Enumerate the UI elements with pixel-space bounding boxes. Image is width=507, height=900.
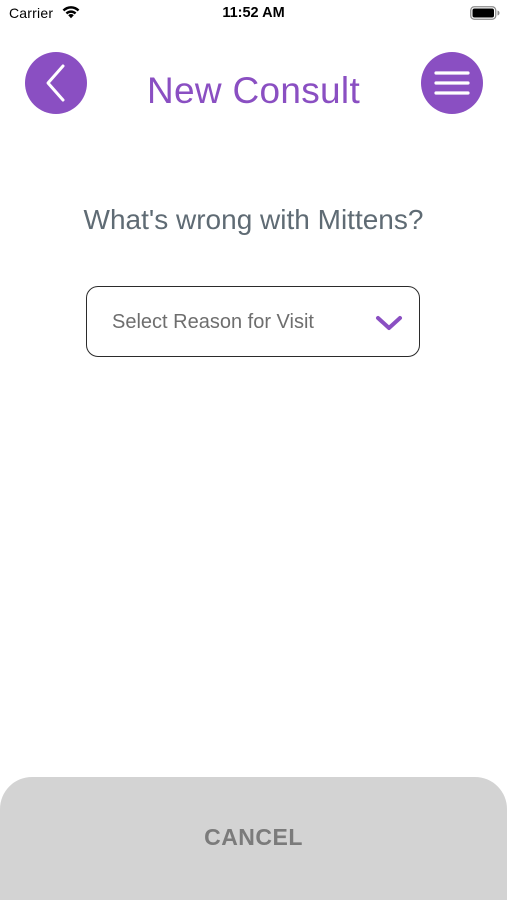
menu-button[interactable] <box>421 52 483 114</box>
status-time: 11:52 AM <box>222 5 285 21</box>
hamburger-menu-icon <box>434 71 470 95</box>
status-bar: Carrier 11:52 AM <box>0 0 507 28</box>
reason-for-visit-select[interactable]: Select Reason for Visit <box>86 286 420 357</box>
reason-select-placeholder: Select Reason for Visit <box>112 311 314 333</box>
chevron-down-icon <box>376 316 402 330</box>
cancel-button[interactable]: CANCEL <box>0 824 507 851</box>
consult-question: What's wrong with Mittens? <box>83 204 424 235</box>
bottom-action-panel: CANCEL <box>0 777 507 900</box>
battery-icon <box>470 6 500 20</box>
